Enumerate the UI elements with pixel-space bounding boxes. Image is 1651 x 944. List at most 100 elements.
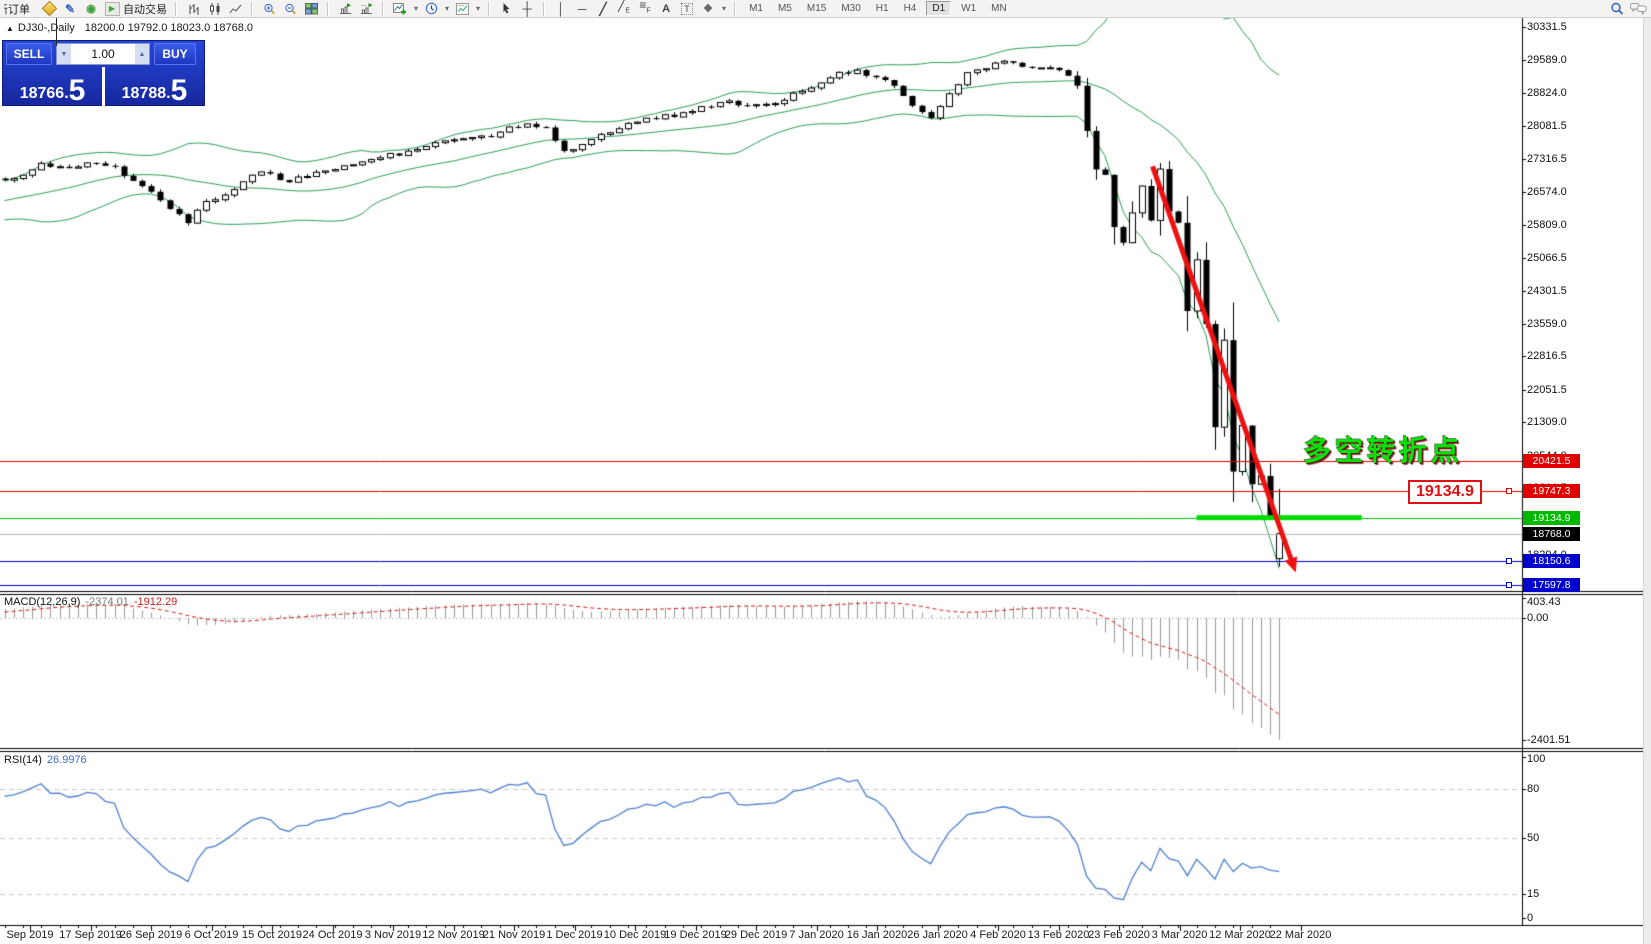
zoom-in-icon[interactable] bbox=[261, 1, 277, 17]
mt4-window: 新订单 ✎ ◉ ▶自动交易 ▾ ▾ ▾ ┼ │ ─ ╱ ╱E ≡F AT ❖ ▾ M1 M5 M15 M30 H1 H4 D… bbox=[0, 0, 1651, 944]
timeframe-button-m30[interactable]: M30 bbox=[836, 1, 865, 16]
timeframe-button-m15[interactable]: M15 bbox=[802, 1, 831, 16]
date-axis-label: 26 Jan 2020 bbox=[907, 929, 968, 941]
volume-stepper: ▼ ▲ bbox=[56, 43, 150, 65]
rsi-scale-label: 0 bbox=[1527, 912, 1533, 924]
arrows-icon[interactable]: ❖ bbox=[700, 1, 716, 17]
chart-ohlc-values: 18200.0 19792.0 18023.0 18768.0 bbox=[85, 22, 253, 34]
add-indicator-dropdown-caret[interactable]: ▾ bbox=[414, 4, 418, 13]
rsi-scale-label: 50 bbox=[1527, 832, 1539, 844]
line-handle[interactable] bbox=[1506, 488, 1512, 494]
timeframe-button-w1[interactable]: W1 bbox=[956, 1, 981, 16]
candlestick-chart-icon[interactable] bbox=[206, 1, 222, 17]
equidistant-channel-icon[interactable]: ╱E bbox=[616, 1, 632, 17]
price-level-badge: 19134.9 bbox=[1523, 511, 1580, 525]
autotrading-icon[interactable]: ▶ bbox=[104, 1, 120, 17]
toolbar-separator bbox=[327, 2, 329, 16]
y-axis-tick-label: 28824.0 bbox=[1527, 87, 1567, 99]
one-click-trade-panel: SELL ▼ ▲ BUY 18766.5 18788.5 bbox=[2, 40, 205, 106]
y-axis-tick-label: 22816.5 bbox=[1527, 350, 1567, 362]
chart-shift-icon[interactable] bbox=[358, 1, 374, 17]
timeframe-button-h1[interactable]: H1 bbox=[871, 1, 894, 16]
toolbar-separator bbox=[251, 2, 253, 16]
toolbar-separator bbox=[382, 2, 384, 16]
date-axis-label: 15 Oct 2019 bbox=[242, 929, 302, 941]
period-dropdown-caret[interactable]: ▾ bbox=[445, 4, 449, 13]
autotrading-button[interactable]: ▶自动交易 bbox=[104, 1, 167, 17]
signals-icon[interactable]: ◉ bbox=[83, 1, 99, 17]
chat-icon[interactable] bbox=[1630, 1, 1647, 17]
chart-annotation-text[interactable]: 多空转折点 bbox=[1303, 429, 1463, 469]
y-axis-tick-label: 23559.0 bbox=[1527, 318, 1567, 330]
cursor-icon[interactable] bbox=[498, 1, 514, 17]
y-axis-tick-label: 24301.5 bbox=[1527, 285, 1567, 297]
price-level-badge: 17597.8 bbox=[1523, 578, 1580, 592]
buy-price-main: 18788 bbox=[122, 84, 167, 104]
rsi-name: RSI(14) bbox=[4, 754, 42, 766]
y-axis-tick-label: 30331.5 bbox=[1527, 21, 1567, 33]
window-right-edge bbox=[1643, 18, 1651, 944]
text-icon[interactable]: A bbox=[658, 1, 674, 17]
y-axis-tick-label: 29589.0 bbox=[1527, 54, 1567, 66]
search-icon[interactable] bbox=[1609, 1, 1625, 17]
line-handle[interactable] bbox=[1506, 582, 1512, 588]
add-indicator-icon[interactable] bbox=[392, 1, 408, 17]
y-axis-tick-label: 28081.5 bbox=[1527, 120, 1567, 132]
buy-price: 18788.5 bbox=[105, 67, 204, 107]
toolbar-separator bbox=[543, 2, 545, 16]
date-axis-label: 26 Sep 2019 bbox=[120, 929, 182, 941]
y-axis-tick-label: 21309.0 bbox=[1527, 416, 1567, 428]
support-level-label[interactable]: 19134.9 bbox=[1408, 480, 1482, 504]
fibonacci-icon[interactable]: ≡F bbox=[637, 1, 653, 17]
period-icon[interactable] bbox=[423, 1, 439, 17]
symbol-marker-icon: ▲ bbox=[6, 24, 14, 33]
template-icon[interactable] bbox=[454, 1, 470, 17]
crosshair-icon[interactable]: ┼ bbox=[519, 1, 535, 17]
macd-signal-value: -1912.29 bbox=[134, 596, 177, 608]
template-dropdown-caret[interactable]: ▾ bbox=[476, 4, 480, 13]
date-axis-label: 1 Dec 2019 bbox=[546, 929, 602, 941]
price-level-badge: 19747.3 bbox=[1523, 484, 1580, 498]
date-axis-label: 29 Dec 2019 bbox=[725, 929, 787, 941]
trendline-icon[interactable]: ╱ bbox=[595, 1, 611, 17]
rsi-indicator-label: RSI(14)26.9976 bbox=[4, 754, 87, 766]
sell-price-main: 18766 bbox=[20, 84, 65, 104]
arrows-dropdown-caret[interactable]: ▾ bbox=[722, 4, 726, 13]
profile-icon[interactable]: ✎ bbox=[62, 1, 78, 17]
timeframe-button-m1[interactable]: M1 bbox=[744, 1, 768, 16]
price-level-badge: 18150.6 bbox=[1523, 554, 1580, 568]
chart-canvas[interactable] bbox=[0, 0, 1651, 944]
new-chart-icon[interactable] bbox=[41, 1, 57, 17]
buy-button[interactable]: BUY bbox=[154, 43, 196, 65]
volume-input[interactable] bbox=[71, 44, 135, 64]
date-axis-label: 24 Oct 2019 bbox=[303, 929, 363, 941]
tile-windows-icon[interactable] bbox=[303, 1, 319, 17]
auto-scroll-icon[interactable] bbox=[337, 1, 353, 17]
macd-indicator-label: MACD(12,26,9) -2374.01 -1912.29 bbox=[4, 596, 177, 608]
timeframe-button-d1[interactable]: D1 bbox=[926, 1, 951, 16]
line-handle[interactable] bbox=[1506, 558, 1512, 564]
volume-increase-button[interactable]: ▲ bbox=[135, 44, 149, 64]
timeframe-button-m5[interactable]: M5 bbox=[773, 1, 797, 16]
vertical-line-icon[interactable]: │ bbox=[553, 1, 569, 17]
buy-price-frac: 5 bbox=[171, 78, 188, 104]
macd-scale-label: 403.43 bbox=[1527, 596, 1561, 608]
horizontal-line-icon[interactable]: ─ bbox=[574, 1, 590, 17]
timeframe-button-h4[interactable]: H4 bbox=[899, 1, 922, 16]
volume-decrease-button[interactable]: ▼ bbox=[57, 44, 71, 64]
rsi-scale-label: 80 bbox=[1527, 783, 1539, 795]
new-order-button[interactable]: 新订单 bbox=[4, 1, 36, 17]
macd-scale-label: 0.00 bbox=[1527, 612, 1548, 624]
sell-button[interactable]: SELL bbox=[6, 43, 52, 65]
price-level-badge: 20421.5 bbox=[1523, 454, 1580, 468]
zoom-out-icon[interactable] bbox=[282, 1, 298, 17]
line-chart-icon[interactable] bbox=[227, 1, 243, 17]
y-axis-tick-label: 22051.5 bbox=[1527, 384, 1567, 396]
date-axis-label: 23 Feb 2020 bbox=[1088, 929, 1150, 941]
macd-name: MACD(12,26,9) bbox=[4, 596, 80, 608]
date-axis-label: 19 Dec 2019 bbox=[664, 929, 726, 941]
bar-chart-icon[interactable] bbox=[185, 1, 201, 17]
text-label-icon[interactable]: T bbox=[679, 1, 695, 17]
macd-main-value: -2374.01 bbox=[85, 596, 128, 608]
timeframe-button-mn[interactable]: MN bbox=[986, 1, 1012, 16]
